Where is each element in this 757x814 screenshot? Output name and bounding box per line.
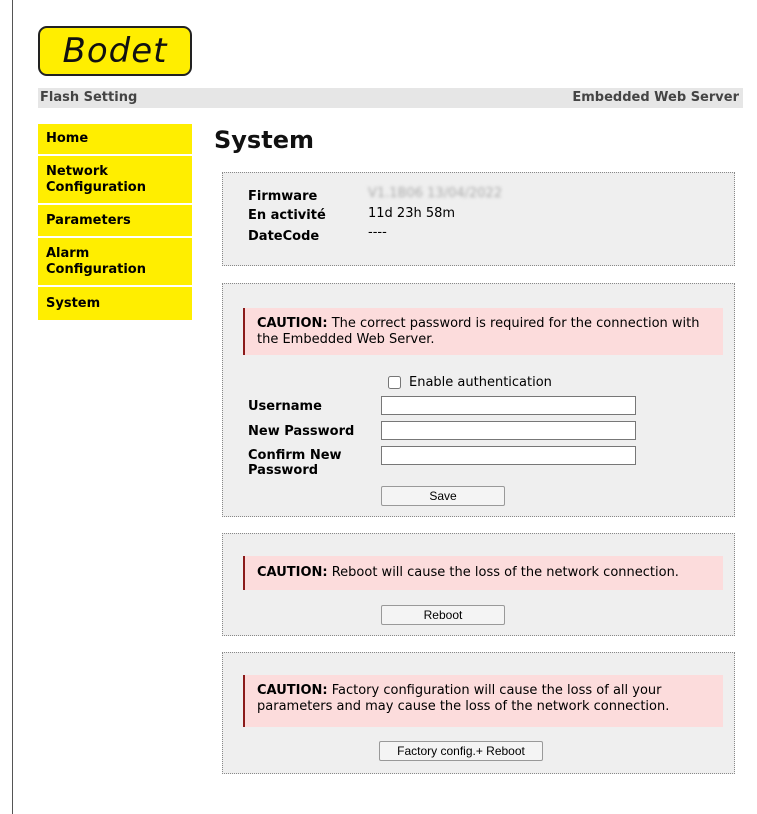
page-left-border <box>12 0 13 814</box>
enable-authentication-checkbox[interactable] <box>388 376 401 389</box>
caution-text: Reboot will cause the loss of the networ… <box>327 565 679 580</box>
factory-caution-box: CAUTION: Factory configuration will caus… <box>243 675 723 727</box>
sidebar-item-network-configuration[interactable]: Network Configuration <box>38 156 192 203</box>
firmware-value: V1.1B06 13/04/2022 <box>368 186 503 201</box>
sidebar-item-label: Parameters <box>46 212 131 228</box>
firmware-label: Firmware <box>248 189 318 204</box>
username-label: Username <box>248 399 322 414</box>
sidebar-item-alarm-configuration[interactable]: Alarm Configuration <box>38 238 192 285</box>
bodet-logo: Bodet <box>38 26 192 76</box>
sidebar-item-parameters[interactable]: Parameters <box>38 205 192 236</box>
enable-authentication-label: Enable authentication <box>409 375 552 390</box>
uptime-value: 11d 23h 58m <box>368 206 456 221</box>
sidebar-item-system[interactable]: System <box>38 287 192 320</box>
datecode-value: ---- <box>368 225 387 240</box>
authentication-panel: CAUTION: The correct password is require… <box>222 283 735 517</box>
reboot-panel: CAUTION: Reboot will cause the loss of t… <box>222 533 735 636</box>
reboot-caution-box: CAUTION: Reboot will cause the loss of t… <box>243 556 723 590</box>
username-input[interactable] <box>381 396 636 415</box>
confirm-password-label: Confirm New Password <box>248 448 342 478</box>
caution-label: CAUTION: <box>257 565 328 580</box>
sidebar-item-label: Network Configuration <box>46 163 146 195</box>
caution-label: CAUTION: <box>257 683 328 698</box>
sidebar-nav: Home Network Configuration Parameters Al… <box>38 124 192 322</box>
enable-authentication-checkbox-row[interactable]: Enable authentication <box>388 375 552 390</box>
confirm-password-input[interactable] <box>381 446 636 465</box>
page-title: System <box>214 126 314 154</box>
save-button[interactable]: Save <box>381 486 505 506</box>
sidebar-item-label: System <box>46 296 101 311</box>
datecode-label: DateCode <box>248 229 320 244</box>
factory-reboot-button[interactable]: Factory config.+ Reboot <box>379 741 543 761</box>
embedded-web-server-label: Embedded Web Server <box>572 90 739 105</box>
caution-label: CAUTION: <box>257 316 328 331</box>
system-info-panel: Firmware V1.1B06 13/04/2022 En activité … <box>222 172 735 266</box>
auth-caution-box: CAUTION: The correct password is require… <box>243 308 723 355</box>
factory-config-panel: CAUTION: Factory configuration will caus… <box>222 652 735 774</box>
sidebar-item-label: Home <box>46 131 89 146</box>
new-password-label: New Password <box>248 424 355 439</box>
top-bar: Flash Setting Embedded Web Server <box>38 88 743 108</box>
new-password-input[interactable] <box>381 421 636 440</box>
logo-text: Bodet <box>62 31 168 71</box>
sidebar-item-home[interactable]: Home <box>38 124 192 154</box>
reboot-button[interactable]: Reboot <box>381 605 505 625</box>
sidebar-item-label: Alarm Configuration <box>46 245 146 277</box>
uptime-label: En activité <box>248 208 326 223</box>
flash-setting-label: Flash Setting <box>40 90 138 105</box>
